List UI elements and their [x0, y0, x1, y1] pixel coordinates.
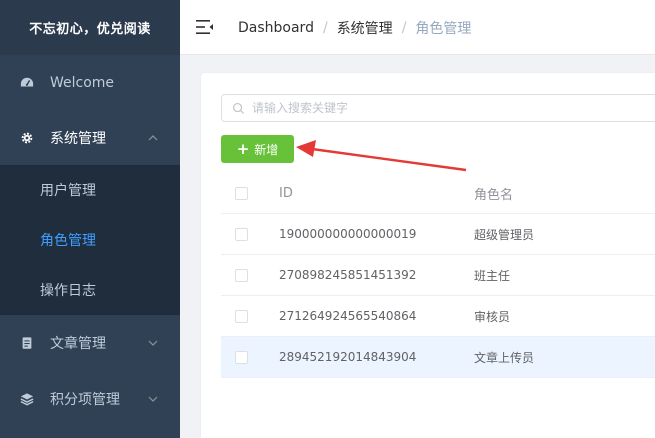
cell-id: 270898245851451392: [279, 268, 417, 282]
add-button-label: 新增: [254, 142, 279, 157]
row-checkbox[interactable]: [235, 310, 248, 323]
dashboard-icon: [20, 77, 34, 87]
sidebar-item-articles[interactable]: 文章管理: [0, 315, 180, 371]
sidebar-item-label: 文章管理: [50, 336, 106, 352]
sidebar-item-label: 积分项管理: [50, 392, 120, 408]
column-header-role-name[interactable]: 角色名: [474, 173, 513, 213]
brand-title: 不忘初心，优兑阅读: [0, 0, 180, 55]
sidebar-item-welcome[interactable]: Welcome: [0, 55, 180, 111]
sidebar-item-users[interactable]: 用户管理: [0, 165, 180, 215]
sidebar-item-system[interactable]: 系统管理: [0, 110, 180, 166]
breadcrumb-separator: /: [401, 19, 407, 36]
chevron-down-icon: [148, 396, 158, 402]
gear-icon: [21, 132, 33, 144]
table-row[interactable]: 271264924565540864 审核员: [221, 296, 655, 337]
roles-table: ID 角色名 190000000000000019 超级管理员 27089824…: [221, 173, 655, 378]
chevron-up-icon: [148, 135, 158, 141]
search-input[interactable]: [252, 95, 632, 121]
add-button[interactable]: + 新增: [221, 135, 294, 163]
sidebar-item-logs[interactable]: 操作日志: [0, 265, 180, 315]
sidebar-item-label: Welcome: [50, 75, 115, 91]
chevron-down-icon: [148, 340, 158, 346]
cell-role-name: 超级管理员: [474, 227, 535, 242]
breadcrumb-system[interactable]: 系统管理: [337, 18, 393, 38]
breadcrumb-current: 角色管理: [415, 20, 472, 37]
sidebar-item-label: 系统管理: [50, 131, 106, 147]
top-header: Dashboard / 系统管理 / 角色管理: [180, 0, 655, 55]
annotation-arrow-icon: [296, 140, 467, 172]
plus-icon: +: [236, 139, 250, 158]
menu-toggle-icon[interactable]: [196, 19, 214, 35]
sidebar: 不忘初心，优兑阅读 Welcome 系统管理 用户管理 角色管理 操作日志 文章…: [0, 0, 180, 438]
cell-role-name: 审核员: [474, 309, 511, 324]
sidebar-item-roles[interactable]: 角色管理: [0, 215, 180, 265]
cell-id: 271264924565540864: [279, 309, 417, 323]
row-checkbox[interactable]: [235, 269, 248, 282]
table-row[interactable]: 289452192014843904 文章上传员: [221, 337, 655, 378]
search-icon: [232, 102, 245, 115]
column-header-id[interactable]: ID: [279, 173, 293, 213]
row-checkbox[interactable]: [235, 228, 248, 241]
breadcrumb-separator: /: [322, 19, 328, 36]
cell-id: 289452192014843904: [279, 350, 417, 364]
submenu-system: 用户管理 角色管理 操作日志: [0, 165, 180, 315]
search-box[interactable]: [221, 94, 655, 122]
cell-id: 190000000000000019: [279, 227, 417, 241]
sidebar-item-points[interactable]: 积分项管理: [0, 371, 180, 427]
table-row[interactable]: 270898245851451392 班主任: [221, 255, 655, 296]
breadcrumb: Dashboard / 系统管理 / 角色管理: [238, 0, 471, 55]
cell-role-name: 文章上传员: [474, 350, 535, 365]
row-checkbox[interactable]: [235, 351, 248, 364]
document-icon: [22, 337, 32, 349]
breadcrumb-dashboard[interactable]: Dashboard: [238, 20, 314, 36]
table-header-row: ID 角色名: [221, 173, 655, 214]
select-all-checkbox[interactable]: [235, 187, 248, 200]
cell-role-name: 班主任: [474, 268, 511, 283]
table-row[interactable]: 190000000000000019 超级管理员: [221, 214, 655, 255]
layers-icon: [20, 393, 34, 406]
